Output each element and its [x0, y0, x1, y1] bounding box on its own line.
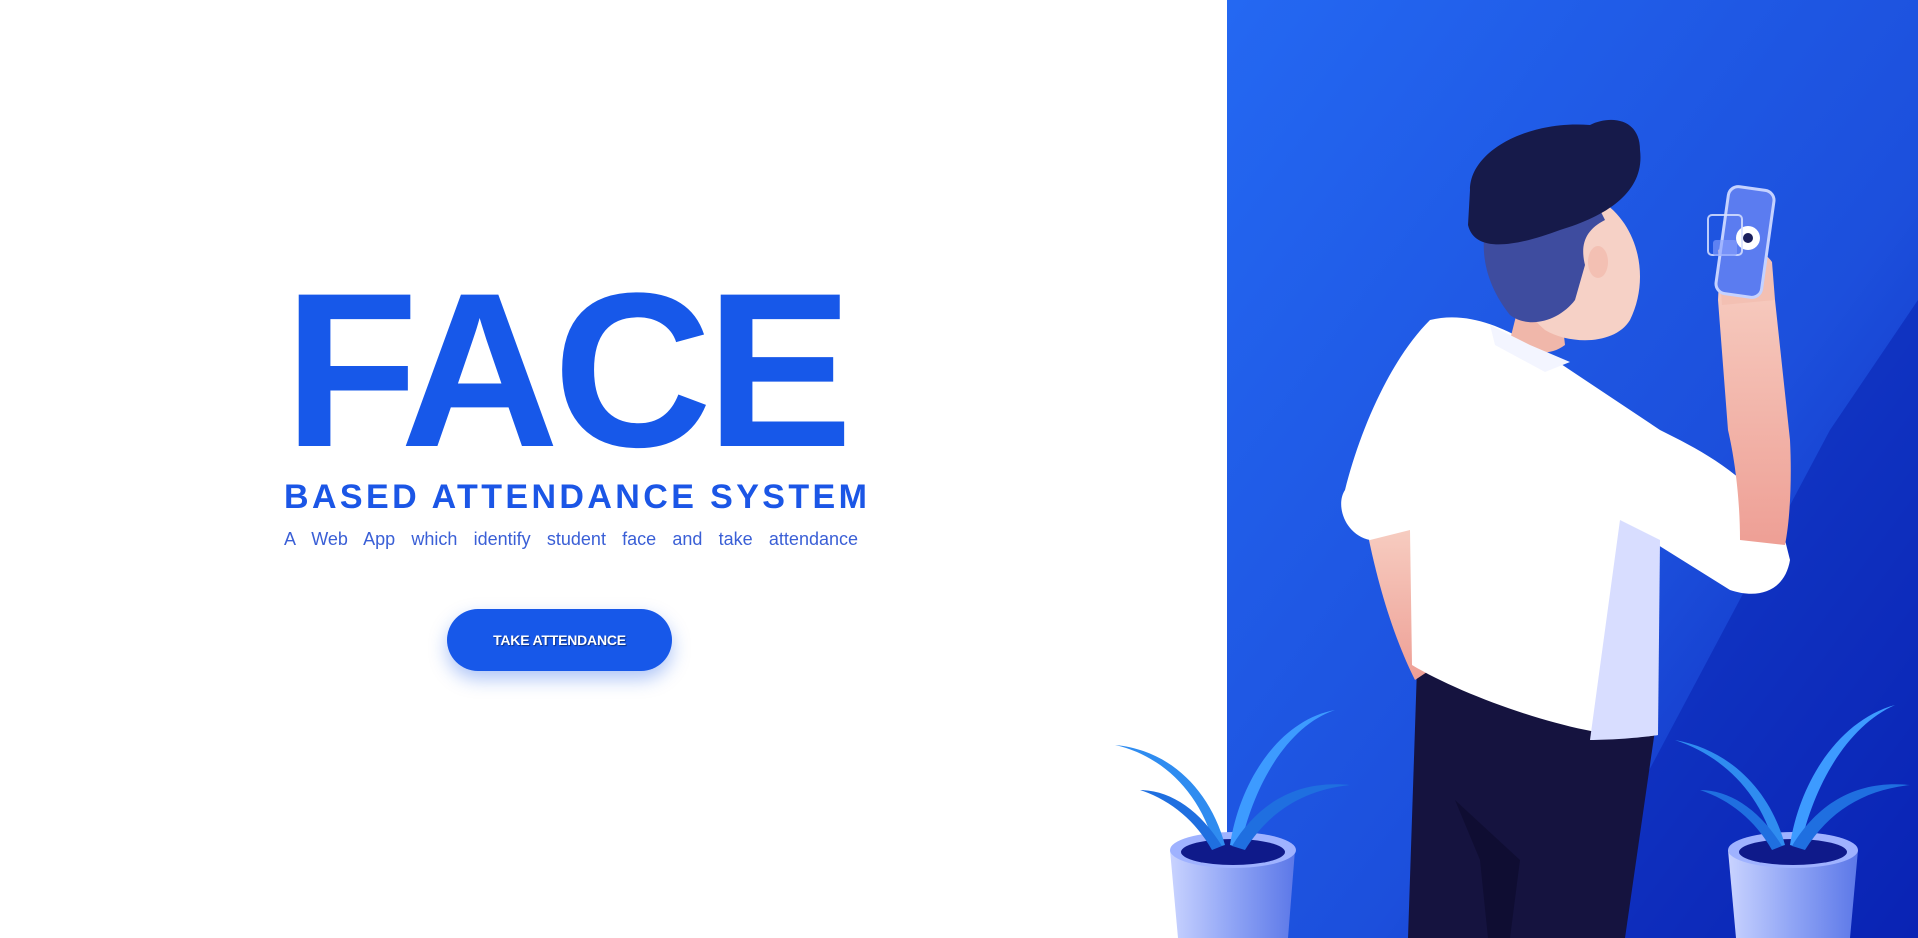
hero-text-block: FACE BASED ATTENDANCE SYSTEM A Web App w… [284, 247, 867, 550]
hero-tagline: A Web App which identify student face an… [284, 529, 858, 549]
hero-title: FACE [284, 247, 853, 493]
landing-page: FACE BASED ATTENDANCE SYSTEM A Web App w… [0, 0, 1918, 938]
take-attendance-button[interactable]: TAKE ATTENDANCE [447, 609, 672, 671]
